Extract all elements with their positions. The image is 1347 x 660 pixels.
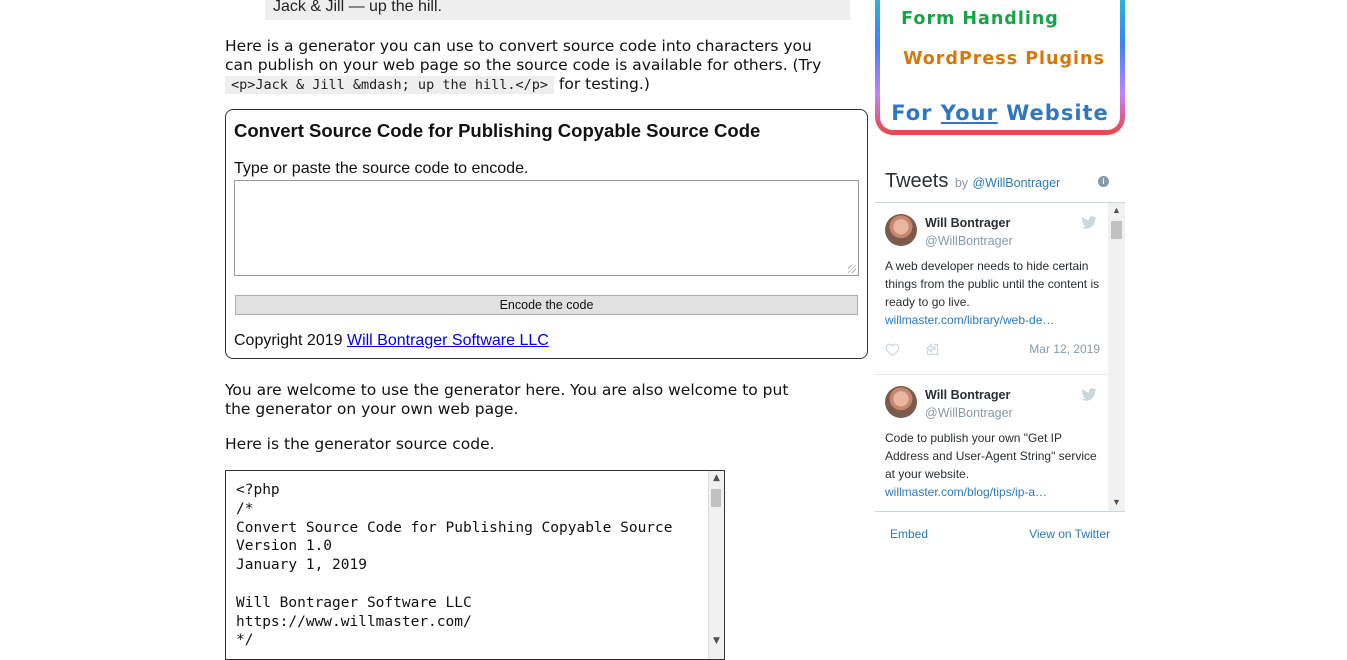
encode-button[interactable]: Encode the code [235, 295, 858, 315]
ad-website: Website [1006, 101, 1109, 125]
tweet-text: A web developer needs to hide certain th… [885, 257, 1100, 329]
tweet[interactable]: Will Bontrager @WillBontrager Code to pu… [875, 375, 1108, 511]
timeline-by: by [954, 176, 969, 190]
scroll-down-icon[interactable]: ▼ [709, 634, 724, 648]
share-icon[interactable] [925, 342, 940, 357]
scroll-thumb[interactable] [1111, 221, 1122, 239]
twitter-bird-icon[interactable] [1080, 388, 1098, 402]
ad-your: Your [940, 101, 998, 125]
converter-label: Type or paste the source code to encode. [234, 160, 529, 177]
copyright-link[interactable]: Will Bontrager Software LLC [347, 332, 549, 349]
inline-code-example: <p>Jack & Jill &mdash; up the hill.</p> [225, 76, 554, 94]
tweet-actions: Mar 12, 2019 [885, 342, 1100, 358]
tweet-author-handle[interactable]: @WillBontrager [925, 234, 1013, 248]
welcome-paragraph: You are welcome to use the generator her… [225, 381, 789, 418]
timeline-scrollbar[interactable]: ▲ ▼ [1108, 203, 1125, 511]
tweet-author-handle[interactable]: @WillBontrager [925, 406, 1013, 420]
avatar[interactable] [885, 386, 917, 418]
quote-example: Jack & Jill — up the hill. [265, 0, 850, 20]
intro-text: Here is a generator you can use to conve… [225, 37, 822, 74]
tweet-text: Code to publish your own "Get IP Address… [885, 429, 1100, 501]
tweet-date[interactable]: Mar 12, 2019 [1029, 342, 1100, 356]
tweet-link[interactable]: willmaster.com/library/web-de… [885, 313, 1054, 327]
source-code-textarea[interactable] [234, 180, 859, 276]
timeline-header: Tweets by @WillBontrager [885, 170, 1060, 193]
converter-panel: Convert Source Code for Publishing Copya… [225, 109, 868, 359]
info-icon[interactable]: i [1098, 176, 1109, 187]
tweet[interactable]: Will Bontrager @WillBontrager A web deve… [875, 203, 1108, 375]
tweet-body: A web developer needs to hide certain th… [885, 259, 1100, 309]
intro-paragraph: Here is a generator you can use to conve… [225, 37, 825, 95]
copyright-text: Copyright 2019 [234, 332, 343, 349]
heart-icon[interactable] [885, 343, 900, 356]
timeline-handle-link[interactable]: @WillBontrager [972, 176, 1060, 190]
converter-title: Convert Source Code for Publishing Copya… [234, 120, 761, 141]
source-scrollbar[interactable]: ▲ ▼ [708, 471, 724, 659]
converter-copyright: Copyright 2019 Will Bontrager Software L… [234, 332, 549, 350]
view-on-twitter-link[interactable]: View on Twitter [1029, 527, 1110, 541]
ad-form-handling: Form Handling [901, 9, 1059, 29]
twitter-timeline: Tweets by @WillBontrager i Will Bontrage… [875, 165, 1125, 545]
resize-grip-icon[interactable] [848, 265, 856, 273]
ad-wordpress-plugins: WordPress Plugins [903, 49, 1105, 69]
source-code-text: <?php /* Convert Source Code for Publish… [236, 482, 673, 649]
twitter-bird-icon[interactable] [1080, 216, 1098, 230]
sidebar-ad[interactable]: Form Handling WordPress Plugins For Your… [875, 0, 1125, 135]
avatar[interactable] [885, 214, 917, 246]
ad-for-your-website: For Your Website [880, 101, 1120, 125]
scroll-thumb[interactable] [711, 489, 721, 507]
timeline-body: Will Bontrager @WillBontrager A web deve… [875, 202, 1125, 512]
embed-link[interactable]: Embed [890, 527, 928, 541]
source-code-box[interactable]: <?php /* Convert Source Code for Publish… [225, 470, 725, 660]
scroll-down-icon[interactable]: ▼ [1108, 495, 1125, 509]
timeline-title: Tweets [885, 170, 949, 192]
scroll-up-icon[interactable]: ▲ [709, 471, 724, 485]
intro-after: for testing.) [558, 75, 650, 93]
ad-for: For [891, 101, 933, 125]
tweet-author-name[interactable]: Will Bontrager [925, 388, 1010, 402]
source-intro: Here is the generator source code. [225, 435, 495, 453]
scroll-up-icon[interactable]: ▲ [1108, 203, 1125, 217]
tweet-author-name[interactable]: Will Bontrager [925, 216, 1010, 230]
tweet-link[interactable]: willmaster.com/blog/tips/ip-a… [885, 485, 1047, 499]
tweet-body: Code to publish your own "Get IP Address… [885, 431, 1097, 481]
